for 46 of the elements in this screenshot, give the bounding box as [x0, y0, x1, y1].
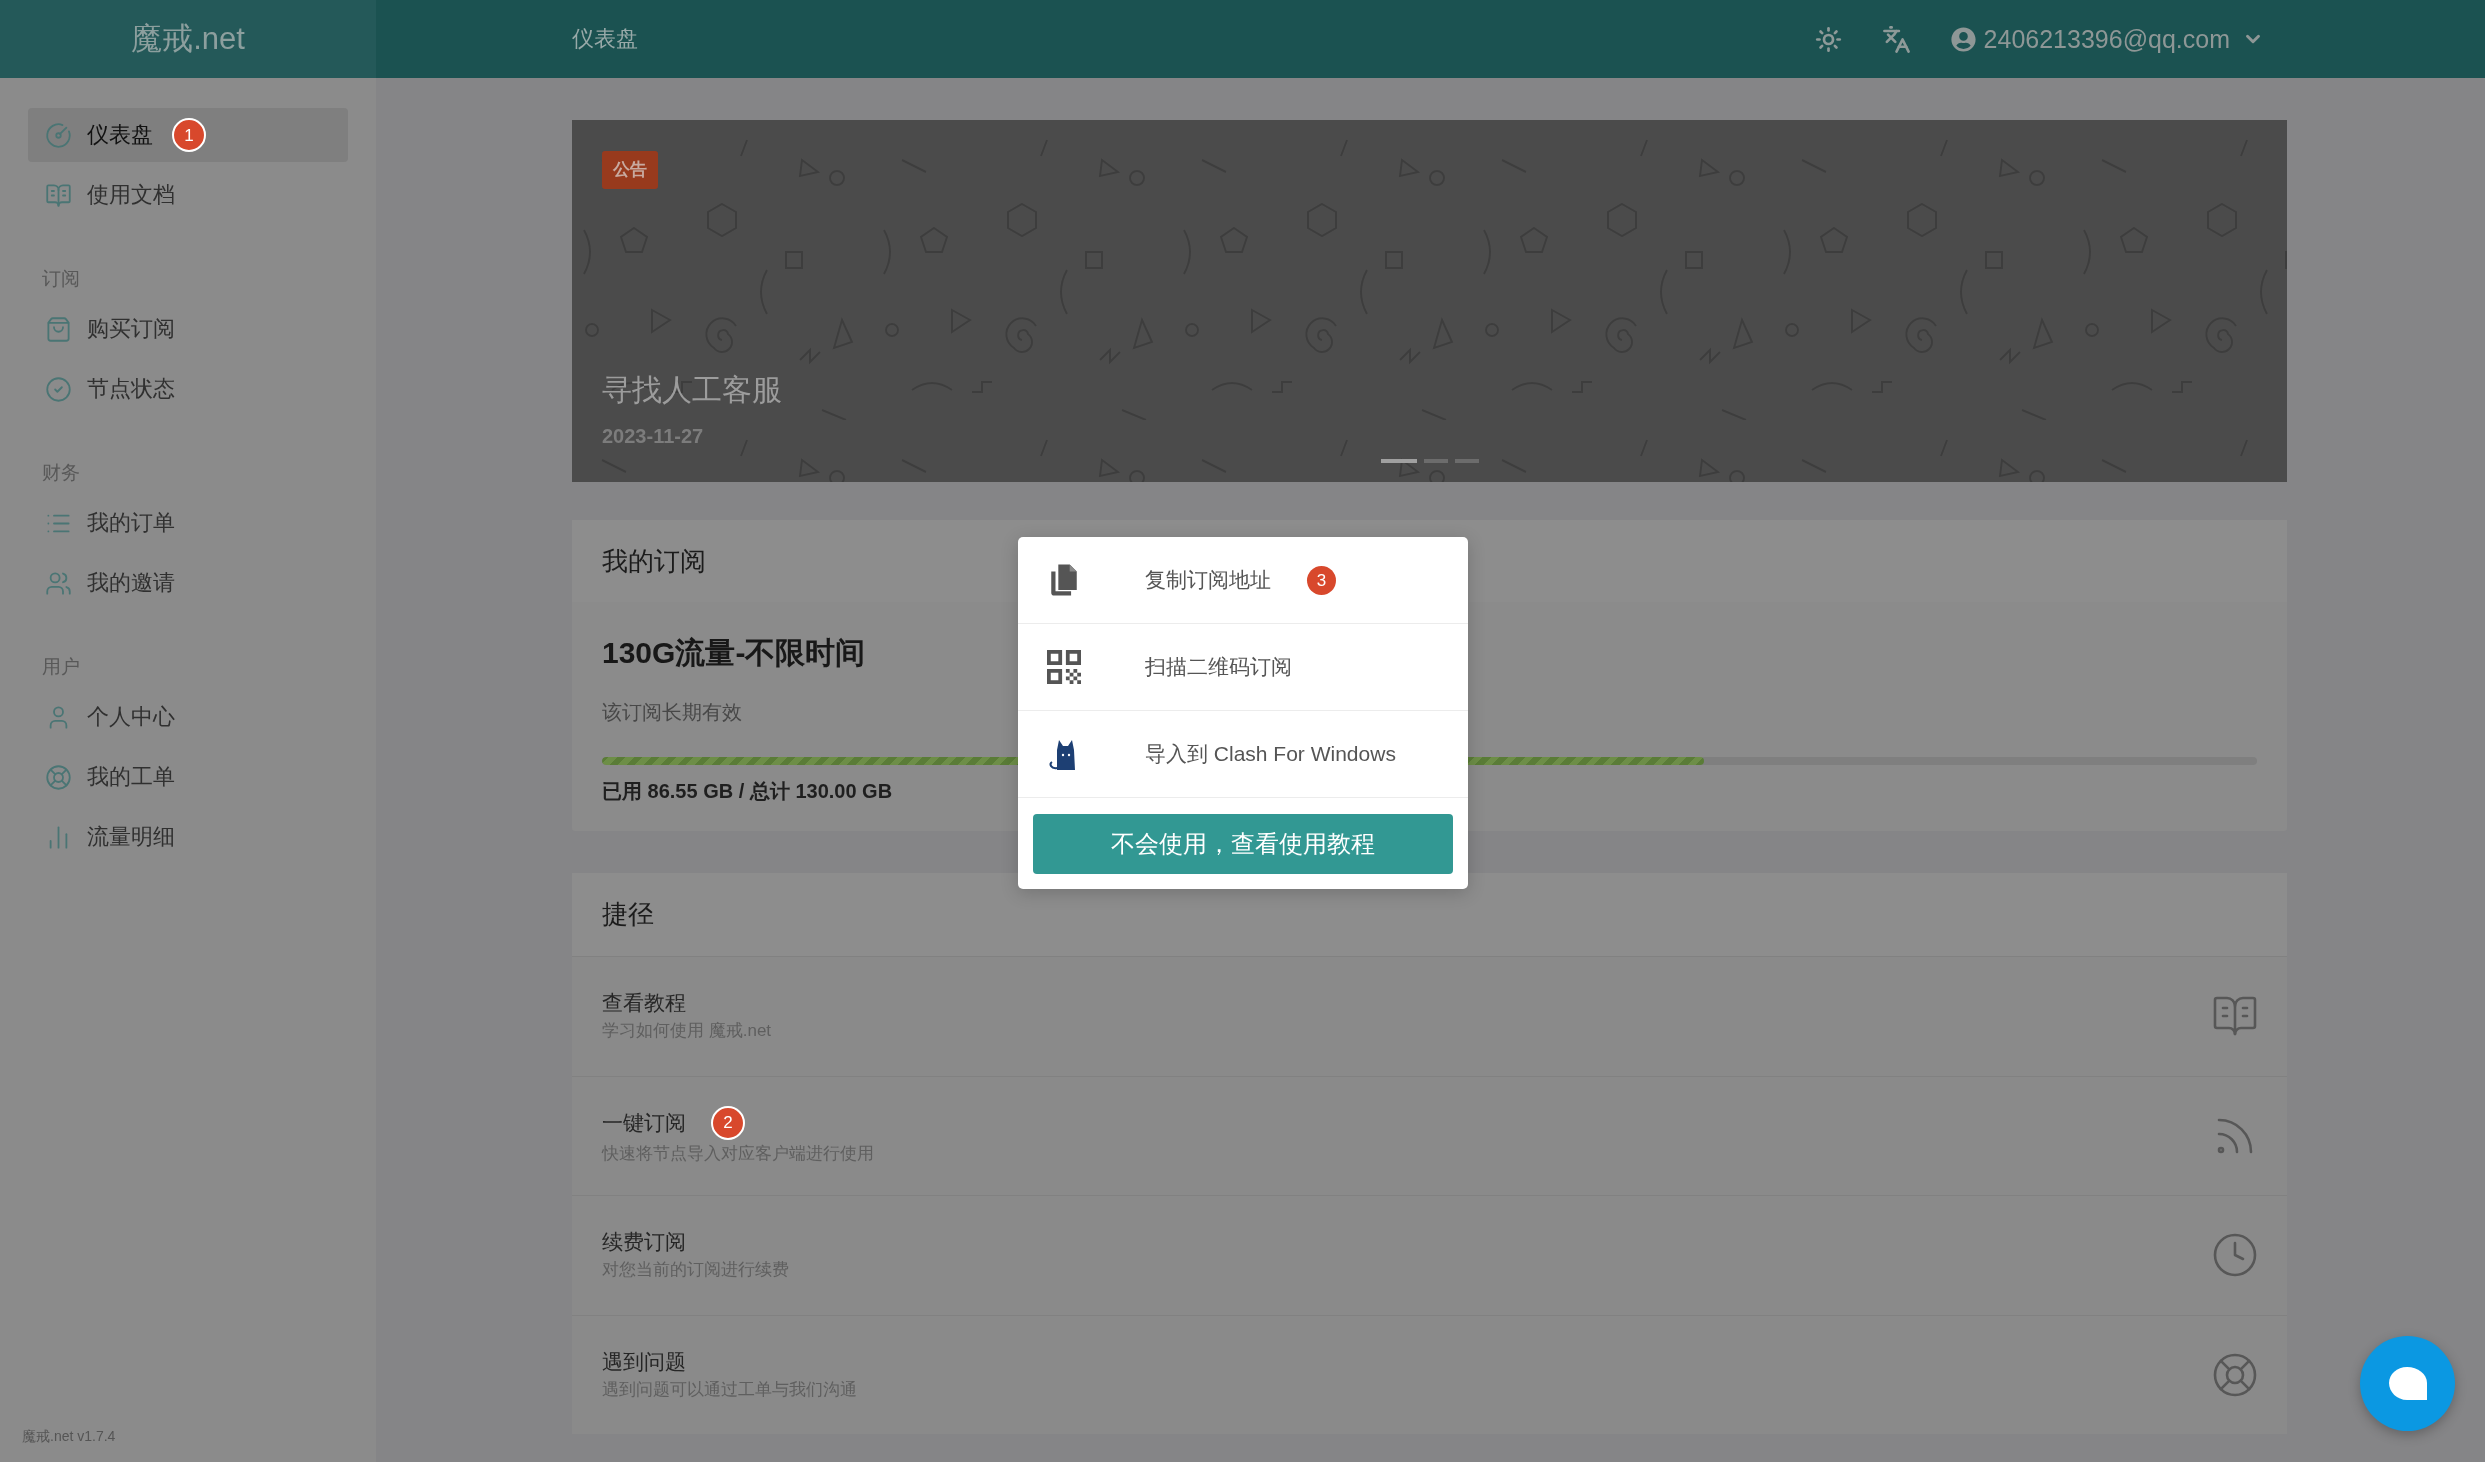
translate-icon: [1881, 24, 1911, 54]
menu-item[interactable]: 扫描二维码订阅: [1018, 624, 1468, 711]
plan-validity: 该订阅长期有效: [602, 700, 742, 725]
carousel-indicator[interactable]: [1423, 459, 1448, 463]
tutorial-button[interactable]: 不会使用，查看使用教程: [1033, 814, 1453, 874]
carousel-indicator[interactable]: [1380, 459, 1417, 463]
card-title: 捷径: [602, 898, 654, 931]
theme-button[interactable]: [1814, 25, 1842, 53]
sidebar-item[interactable]: 个人中心: [28, 690, 348, 744]
step-badge: 2: [711, 1105, 745, 1140]
sidebar-item[interactable]: 购买订阅: [28, 302, 348, 356]
book-icon: [45, 181, 72, 209]
usage-reading: 已用 86.55 GB / 总计 130.00 GB: [602, 779, 893, 804]
step-badge: 1: [172, 118, 206, 152]
shortcut-title: 遇到问题: [602, 1348, 686, 1375]
sidebar-item[interactable]: 仪表盘 1: [28, 108, 348, 162]
sidebar-item[interactable]: 我的邀请: [28, 556, 348, 610]
carousel-indicator[interactable]: [1454, 459, 1479, 463]
check-circle-icon: [45, 375, 72, 403]
user-avatar-icon: [1950, 26, 1976, 52]
announcement-title: 寻找人工客服: [602, 372, 782, 408]
language-button[interactable]: [1881, 24, 1911, 54]
chat-button[interactable]: [2360, 1336, 2455, 1431]
page-title: 仪表盘: [572, 25, 638, 53]
plan-name: 130G流量-不限时间: [602, 635, 866, 671]
step-badge: 3: [1307, 565, 1336, 595]
sidebar-item[interactable]: 我的订单: [28, 496, 348, 550]
sun-icon: [1814, 25, 1842, 53]
menu-item[interactable]: 导入到 Clash For Windows: [1018, 711, 1468, 798]
sidebar-item[interactable]: 使用文档: [28, 168, 348, 222]
bag-icon: [45, 315, 72, 343]
shortcut-title: 查看教程: [602, 990, 686, 1017]
qr-code-icon: [1047, 650, 1081, 684]
card-title: 我的订阅: [602, 544, 706, 578]
lifebuoy-icon: [45, 763, 72, 791]
site-logo[interactable]: 魔戒.net: [131, 18, 245, 60]
shortcut-title: 续费订阅: [602, 1229, 686, 1256]
gauge-icon: [45, 121, 72, 149]
shortcut-title: 一键订阅: [602, 1109, 686, 1136]
announcement-tag: 公告: [602, 151, 658, 189]
sidebar-item[interactable]: 我的工单: [28, 750, 348, 804]
chat-bubble-icon: [2388, 1366, 2427, 1401]
menu-item[interactable]: 复制订阅地址 3: [1018, 537, 1468, 624]
user-menu-button[interactable]: 2406213396@qq.com: [1950, 24, 2264, 54]
sidebar-item[interactable]: 节点状态: [28, 362, 348, 416]
sidebar-item[interactable]: 流量明细: [28, 810, 348, 864]
